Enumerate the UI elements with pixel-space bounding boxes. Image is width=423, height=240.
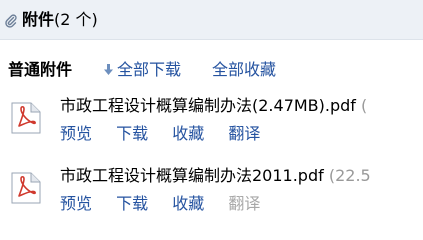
pdf-file-icon[interactable] — [11, 102, 41, 134]
attachments-count: (2 个) — [54, 10, 98, 29]
file-size: (22.5 — [328, 166, 371, 185]
attachments-title-text: 附件 — [22, 10, 55, 29]
attachments-title: 附件(2 个) — [22, 10, 98, 30]
file-actions: 预览 下载 收藏 翻译 — [60, 124, 279, 144]
file-actions: 预览 下载 收藏 翻译 — [60, 194, 279, 214]
file-name-text[interactable]: 市政工程设计概算编制办法(2.47MB).pdf — [60, 96, 356, 115]
file-name[interactable]: 市政工程设计概算编制办法2011.pdf (22.5 — [60, 166, 371, 186]
translate-link[interactable]: 翻译 — [228, 124, 260, 143]
translate-link[interactable]: 翻译 — [228, 194, 260, 213]
paperclip-icon — [5, 14, 17, 28]
download-arrow-icon[interactable] — [104, 64, 113, 76]
attachments-header: 附件(2 个) — [0, 0, 423, 40]
preview-link[interactable]: 预览 — [60, 194, 92, 213]
pdf-file-icon[interactable] — [11, 172, 41, 204]
attachment-item: 市政工程设计概算编制办法2011.pdf (22.5 预览 下载 收藏 翻译 — [0, 166, 423, 222]
attachments-toolbar: 普通附件 全部下载 全部收藏 — [0, 58, 423, 82]
save-all-link[interactable]: 全部收藏 — [212, 60, 276, 80]
section-label: 普通附件 — [8, 60, 73, 79]
preview-link[interactable]: 预览 — [60, 124, 92, 143]
file-name[interactable]: 市政工程设计概算编制办法(2.47MB).pdf ( — [60, 96, 367, 116]
attachment-item: 市政工程设计概算编制办法(2.47MB).pdf ( 预览 下载 收藏 翻译 — [0, 96, 423, 152]
download-link[interactable]: 下载 — [116, 194, 148, 213]
save-link[interactable]: 收藏 — [172, 194, 204, 213]
file-name-text[interactable]: 市政工程设计概算编制办法2011.pdf — [60, 166, 324, 185]
save-link[interactable]: 收藏 — [172, 124, 204, 143]
download-all-link[interactable]: 全部下载 — [117, 60, 181, 80]
download-link[interactable]: 下载 — [116, 124, 148, 143]
file-size: ( — [361, 96, 368, 115]
